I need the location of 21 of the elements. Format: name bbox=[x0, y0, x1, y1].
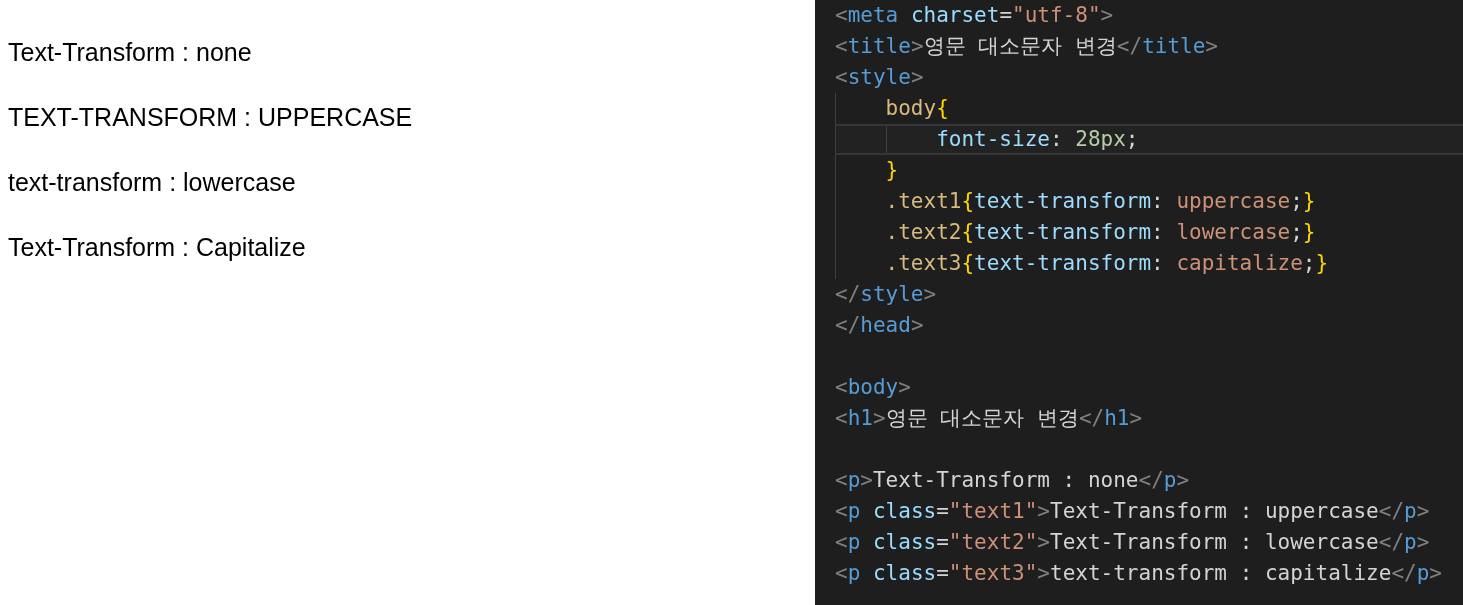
paragraph: TEXT-TRANSFORM : UPPERCASE bbox=[8, 102, 414, 133]
code-line: <p class="text2">Text-Transform : lowercase</p> bbox=[835, 529, 1430, 556]
code-line: <title>영문 대소문자 변경</title> bbox=[835, 33, 1218, 60]
paragraph: text-transform : lowercase bbox=[8, 167, 297, 198]
paragraph: Text-Transform : Capitalize bbox=[8, 232, 307, 263]
code-line: </style> bbox=[835, 281, 937, 308]
code-line: <p class="text1">Text-Transform : uppercase</p> bbox=[835, 498, 1430, 525]
code-line: body{ bbox=[884, 95, 949, 122]
code-line: <p class="text3">text-transform : capitalize</p> bbox=[835, 560, 1442, 587]
code-line: <meta charset="utf-8"> bbox=[835, 2, 1114, 29]
code-line: <h1>영문 대소문자 변경</h1> bbox=[835, 405, 1143, 432]
code-line: .text1{text-transform: uppercase;} bbox=[884, 188, 1316, 215]
code-line: .text3{text-transform: capitalize;} bbox=[884, 250, 1329, 277]
code-line: </head> bbox=[835, 312, 924, 339]
paragraph: Text-Transform : none bbox=[8, 37, 253, 68]
code-line: <p>Text-Transform : none</p> bbox=[835, 467, 1190, 494]
code-line: font-size: 28px; bbox=[935, 126, 1139, 153]
code-line: <body> bbox=[835, 374, 911, 401]
code-line: } bbox=[884, 157, 899, 184]
code-line: .text2{text-transform: lowercase;} bbox=[884, 219, 1316, 246]
code-line: <style> bbox=[835, 64, 924, 91]
